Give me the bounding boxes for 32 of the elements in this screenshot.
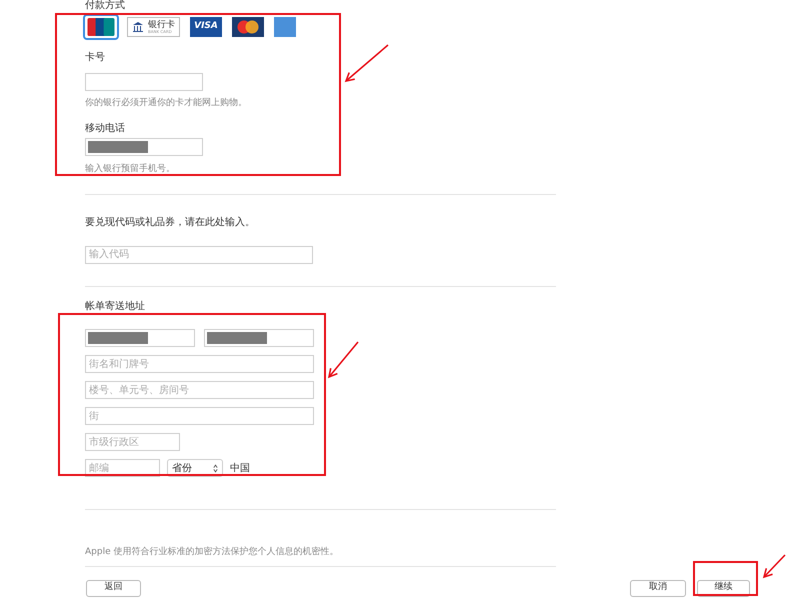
hint-text: 输入银行预留手机号。 — [85, 162, 176, 176]
annotation-arrow — [762, 554, 786, 578]
annotation-frame — [693, 561, 758, 596]
first-name-field[interactable] — [204, 329, 314, 347]
mastercard-option[interactable] — [232, 17, 264, 37]
cancel-button[interactable]: 取消 — [630, 580, 686, 596]
card-number-field[interactable] — [85, 72, 203, 90]
section-title: 帐单寄送地址 — [85, 300, 146, 314]
redaction-block — [88, 140, 148, 152]
privacy-notice: Apple 使用符合行业标准的加密方法保护您个人信息的机密性。 — [85, 546, 340, 559]
building-field[interactable]: 楼号、单元号、房间号 — [85, 381, 314, 399]
back-button[interactable]: 返回 — [86, 580, 141, 596]
country-text: 中国 — [230, 462, 250, 476]
bank-card-label: 银行卡 — [148, 20, 175, 30]
up-down-caret-icon — [213, 464, 218, 472]
mobile-field[interactable] — [85, 138, 203, 156]
bank-building-icon — [132, 21, 144, 33]
last-name-field[interactable] — [85, 329, 195, 347]
field-label: 卡号 — [85, 50, 106, 65]
redaction-block — [207, 332, 267, 344]
street-field[interactable]: 街名和门牌号 — [85, 355, 314, 373]
city-field[interactable]: 市级行政区 — [85, 433, 180, 451]
district-field[interactable]: 街 — [85, 407, 314, 425]
code-field[interactable]: 输入代码 — [85, 246, 313, 264]
hint-text: 你的银行必须开通你的卡才能网上购物。 — [85, 97, 248, 110]
field-label: 移动电话 — [85, 122, 126, 136]
unionpay-logo-option[interactable] — [85, 16, 117, 38]
visa-option[interactable]: VISA — [190, 17, 222, 37]
redaction-block — [88, 332, 148, 344]
annotation-arrow — [328, 342, 359, 378]
annotation-arrow — [344, 44, 389, 82]
redeem-label: 要兑现代码或礼品券，请在此处输入。 — [85, 216, 256, 230]
